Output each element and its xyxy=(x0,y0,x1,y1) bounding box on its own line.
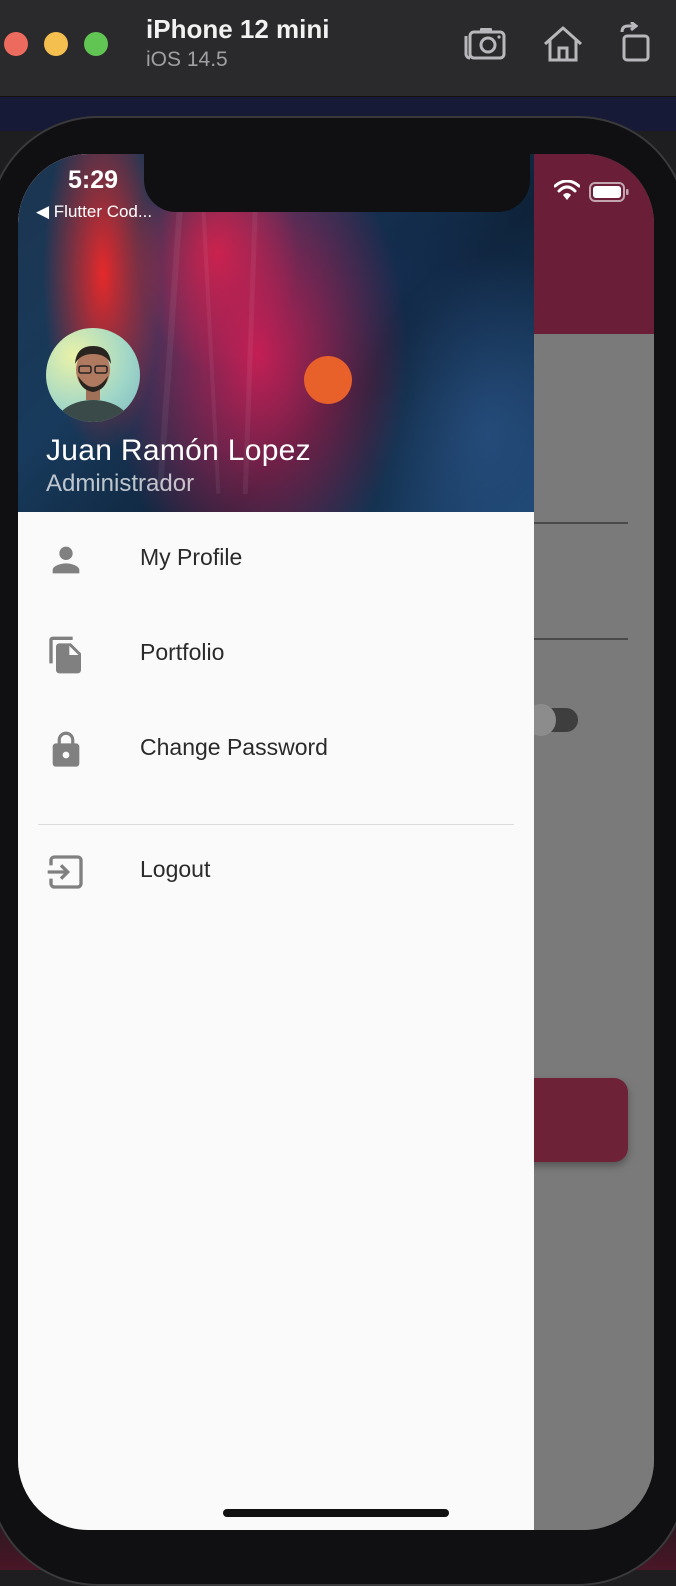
menu-item-change-password[interactable]: Change Password xyxy=(18,702,534,797)
menu-item-label: Portfolio xyxy=(140,639,225,665)
screenshot-icon[interactable] xyxy=(462,22,508,66)
minimize-window-button[interactable] xyxy=(44,32,68,56)
user-name: Juan Ramón Lopez xyxy=(46,434,311,467)
device-notch xyxy=(144,154,530,212)
menu-item-label: My Profile xyxy=(140,544,243,570)
menu-item-portfolio[interactable]: Portfolio xyxy=(18,607,534,702)
status-time: 5:29 xyxy=(68,166,119,194)
text-field-underline xyxy=(518,638,628,640)
avatar[interactable] xyxy=(46,328,140,422)
text-field-underline xyxy=(518,522,628,524)
close-window-button[interactable] xyxy=(4,32,28,56)
navigation-drawer: Juan Ramón Lopez Administrador My Profil… xyxy=(18,154,534,1530)
menu-item-label: Logout xyxy=(140,856,211,882)
zoom-window-button[interactable] xyxy=(84,32,108,56)
wifi-icon xyxy=(553,179,581,202)
back-to-app-link[interactable]: ◀ Flutter Cod... xyxy=(36,202,152,222)
lock-icon xyxy=(46,730,86,770)
file-copy-icon xyxy=(46,635,86,675)
rotate-icon[interactable] xyxy=(612,20,658,66)
device-screen: Juan Ramón Lopez Administrador My Profil… xyxy=(18,154,654,1530)
device-name: iPhone 12 mini xyxy=(146,14,330,44)
exit-icon xyxy=(46,852,86,892)
user-role: Administrador xyxy=(46,470,195,497)
home-icon[interactable] xyxy=(540,22,586,66)
menu-item-my-profile[interactable]: My Profile xyxy=(18,512,534,607)
menu-item-label: Change Password xyxy=(140,734,328,760)
paint-accent-dot xyxy=(304,356,352,404)
home-indicator[interactable] xyxy=(223,1509,449,1517)
os-version: iOS 14.5 xyxy=(146,48,228,71)
menu-item-logout[interactable]: Logout xyxy=(18,824,534,919)
simulator-toolbar: iPhone 12 mini iOS 14.5 xyxy=(0,0,676,97)
battery-icon xyxy=(589,182,629,202)
person-icon xyxy=(46,540,86,580)
